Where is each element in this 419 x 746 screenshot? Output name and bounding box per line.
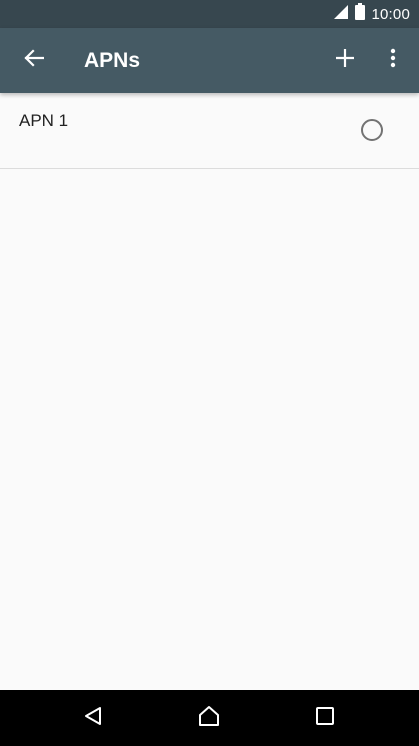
more-vert-icon xyxy=(390,48,396,73)
nav-home-button[interactable] xyxy=(187,696,231,740)
app-bar: APNs xyxy=(0,28,419,93)
nav-back-button[interactable] xyxy=(71,696,115,740)
add-apn-button[interactable] xyxy=(323,38,367,82)
arrow-back-icon xyxy=(24,48,45,73)
status-time: 10:00 xyxy=(371,5,410,23)
status-icons: 10:00 xyxy=(333,0,410,28)
battery-icon xyxy=(355,3,366,25)
navigation-bar xyxy=(0,690,419,746)
page-title: APNs xyxy=(84,49,141,72)
home-icon xyxy=(198,705,220,732)
nav-recents-button[interactable] xyxy=(303,696,347,740)
apn-list: APN 1 xyxy=(0,93,419,690)
status-bar: 10:00 xyxy=(0,0,419,28)
more-options-button[interactable] xyxy=(371,38,415,82)
list-item[interactable]: APN 1 xyxy=(0,93,419,169)
apn-name: APN 1 xyxy=(19,111,69,130)
recents-square-icon xyxy=(316,706,334,730)
apn-radio-button[interactable] xyxy=(361,119,383,141)
back-button[interactable] xyxy=(12,38,56,82)
plus-icon xyxy=(336,48,354,72)
signal-icon xyxy=(333,4,349,25)
back-triangle-icon xyxy=(83,706,103,731)
